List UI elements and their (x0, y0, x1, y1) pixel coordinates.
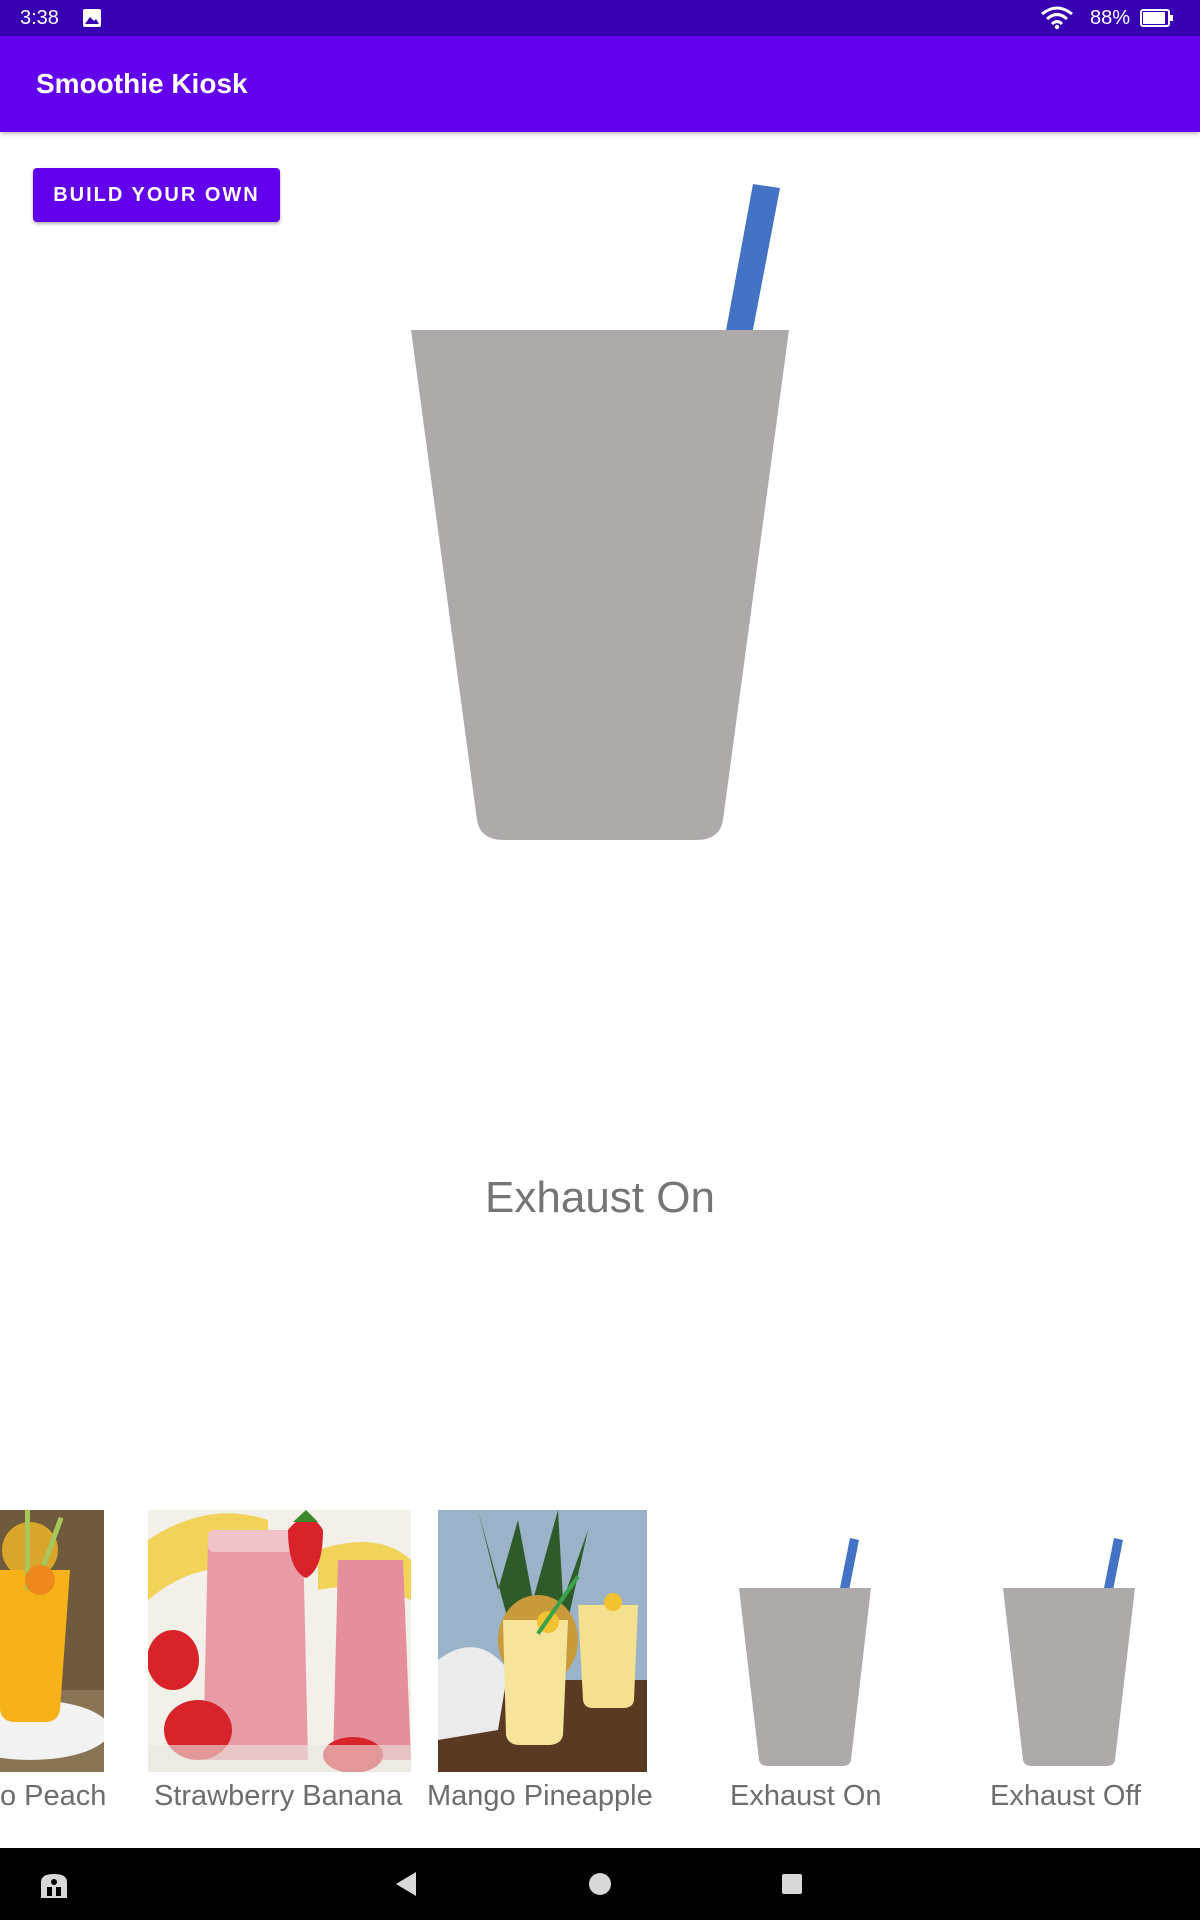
exhaust-off-cup-icon (1003, 1538, 1135, 1766)
strawberry-banana-photo (148, 1510, 411, 1772)
carousel-item-mango-pineapple[interactable]: Mango Pineapple (427, 1500, 667, 1820)
carousel-item-exhaust-on[interactable]: Exhaust On (720, 1500, 890, 1820)
carousel-label: o Peach (0, 1780, 107, 1812)
carousel-item-strawberry-banana[interactable]: Strawberry Banana (148, 1500, 412, 1820)
carousel-label: Strawberry Banana (154, 1780, 403, 1812)
accessibility-icon[interactable] (38, 1870, 70, 1900)
smoothie-cup-illustration (411, 184, 789, 840)
recents-icon[interactable] (780, 1870, 804, 1898)
status-time: 3:38 (20, 7, 59, 29)
home-icon[interactable] (588, 1870, 612, 1898)
straw (725, 184, 780, 340)
photo-icon (83, 9, 101, 27)
exhaust-on-cup-icon (739, 1538, 871, 1766)
app-title: Smoothie Kiosk (36, 68, 248, 99)
mango-pineapple-photo (438, 1510, 647, 1772)
carousel-label: Mango Pineapple (427, 1780, 653, 1812)
mango-peach-photo (0, 1510, 104, 1772)
navigation-bar (0, 1848, 1200, 1920)
back-icon[interactable] (394, 1870, 418, 1898)
battery-percentage: 88% (1090, 7, 1131, 29)
exhaust-status-label: Exhaust On (485, 1173, 715, 1222)
carousel-label: Exhaust Off (990, 1780, 1141, 1812)
battery-icon (1140, 9, 1173, 27)
app-bar: Smoothie Kiosk (0, 36, 1200, 132)
smoothie-carousel[interactable]: o Peach Strawberry Banana Mango Pineappl… (0, 1500, 1200, 1820)
build-your-own-button[interactable]: BUILD YOUR OWN (33, 168, 280, 222)
wifi-icon (1041, 6, 1073, 30)
carousel-item-mango-peach[interactable]: o Peach (0, 1500, 110, 1820)
carousel-label: Exhaust On (730, 1780, 882, 1812)
status-bar: 3:38 88% (0, 0, 1200, 36)
cup-body (411, 330, 789, 840)
carousel-item-exhaust-off[interactable]: Exhaust Off (985, 1500, 1155, 1820)
